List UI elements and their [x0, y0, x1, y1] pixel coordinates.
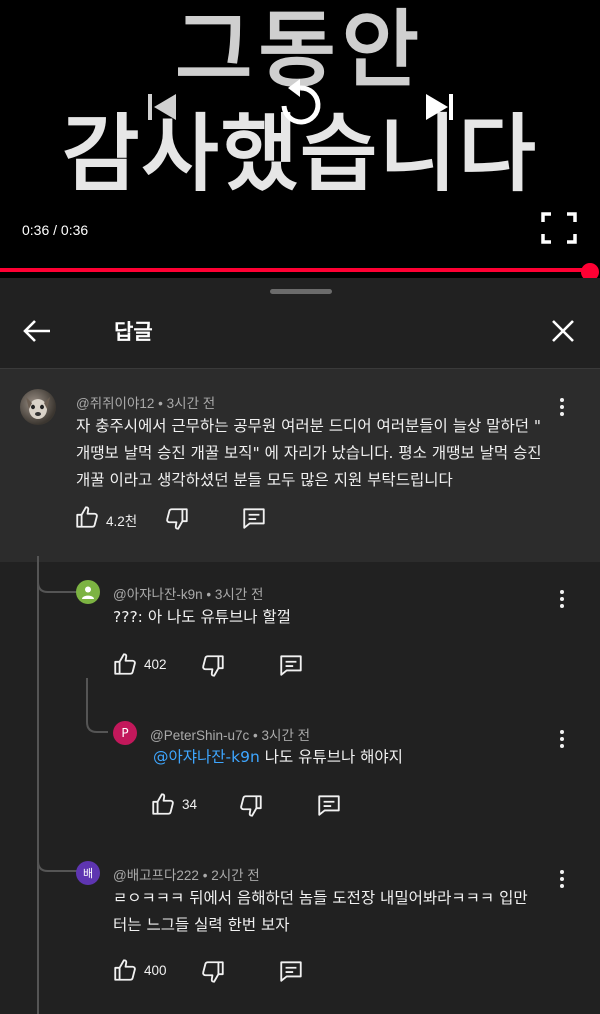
comment-time: 2시간 전	[211, 868, 260, 883]
thumbs-down-icon[interactable]	[200, 653, 226, 679]
parent-comment: @쥐쥐이야12 • 3시간 전 자 충주시에서 근무하는 공무원 여러분 드디어…	[0, 369, 600, 562]
skip-next-icon[interactable]	[422, 92, 456, 122]
sheet-title: 답글	[114, 320, 153, 344]
comment-time: 3시간 전	[166, 396, 216, 411]
thumbs-down-icon[interactable]	[238, 793, 264, 819]
like-count: 400	[144, 963, 167, 978]
thumbs-up-icon[interactable]	[150, 791, 176, 817]
like-count: 402	[144, 657, 167, 672]
fullscreen-icon[interactable]	[541, 212, 577, 244]
comment-meta: @배고프다222 • 2시간 전	[113, 868, 260, 883]
comment-meta: @아쟈나잔-k9n • 3시간 전	[113, 587, 264, 602]
reply-comment-icon[interactable]	[278, 958, 304, 984]
more-options-icon[interactable]	[560, 730, 566, 751]
replies-sheet: 답글 @쥐쥐이야12 • 3시간 전 자 충주시에서 근무하는 공무원 여러분 …	[0, 278, 600, 1014]
replay-icon[interactable]	[276, 78, 324, 130]
comment-text: @아쟈나잔-k9n 나도 유튜브나 해야지	[153, 748, 403, 766]
video-time: 0:36 / 0:36	[22, 222, 89, 238]
thread-line	[37, 562, 39, 1014]
thumbs-up-icon[interactable]	[112, 651, 138, 677]
reply-comment-icon[interactable]	[241, 505, 267, 531]
drag-handle[interactable]	[270, 289, 332, 294]
dog-photo-icon	[26, 397, 50, 419]
video-player[interactable]: 그동안 감사했습니다 0:36 / 0:36	[0, 0, 600, 278]
like-count: 34	[182, 797, 198, 812]
avatar[interactable]	[76, 580, 100, 604]
arrow-left-icon[interactable]	[22, 318, 52, 344]
thread-connector	[37, 823, 77, 872]
avatar[interactable]: P	[113, 721, 137, 745]
thumbs-down-icon[interactable]	[200, 959, 226, 985]
comment-meta: @쥐쥐이야12 • 3시간 전	[76, 396, 216, 411]
more-options-icon[interactable]	[560, 590, 566, 611]
comment-text: ???: 아 나도 유튜브나 할껄	[113, 608, 291, 626]
more-options-icon[interactable]	[560, 398, 566, 419]
comment-author[interactable]: @쥐쥐이야12	[76, 396, 154, 411]
comment-time: 3시간 전	[214, 587, 264, 602]
comment-author[interactable]: @PeterShin-u7c	[150, 728, 249, 743]
thumbs-up-icon[interactable]	[74, 504, 100, 530]
reply-comment-icon[interactable]	[316, 792, 342, 818]
comment-author[interactable]: @배고프다222	[113, 868, 199, 883]
comment-text: 자 충주시에서 근무하는 공무원 여러분 드디어 여러분들이 늘상 말하던 " …	[76, 417, 542, 489]
comment-time: 3시간 전	[261, 728, 311, 743]
reply-comment-icon[interactable]	[278, 652, 304, 678]
like-count: 4.2천	[106, 514, 138, 529]
comment-author[interactable]: @아쟈나잔-k9n	[113, 587, 203, 602]
thumbs-up-icon[interactable]	[112, 957, 138, 983]
comment-text: ㄹㅇㅋㅋㅋ 뒤에서 음해하던 놈들 도전장 내밀어봐라ㅋㅋㅋ 입만 터는 느그들…	[113, 889, 528, 934]
more-options-icon[interactable]	[560, 870, 566, 891]
avatar[interactable]: 배	[76, 861, 100, 885]
comment-meta: @PeterShin-u7c • 3시간 전	[150, 728, 311, 743]
thread-connector	[37, 556, 77, 593]
video-progress-bar[interactable]	[0, 268, 590, 272]
close-icon[interactable]	[550, 318, 576, 344]
mention-link[interactable]: @아쟈나잔-k9n	[153, 748, 260, 766]
thread-connector	[86, 678, 108, 733]
skip-previous-icon[interactable]	[146, 92, 180, 122]
thumbs-down-icon[interactable]	[164, 506, 190, 532]
person-icon	[82, 586, 94, 599]
avatar[interactable]	[20, 389, 56, 425]
